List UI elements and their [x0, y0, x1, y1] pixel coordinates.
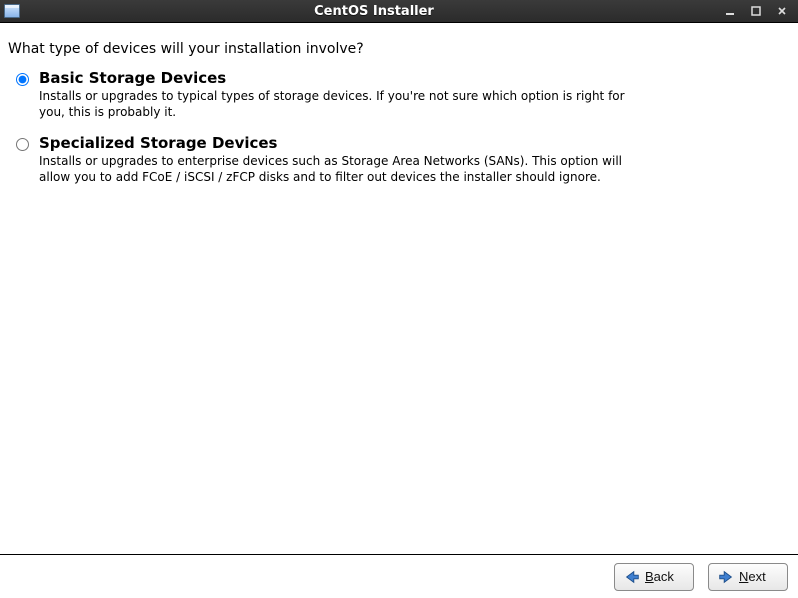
arrow-right-icon [717, 568, 735, 586]
option-basic-text: Basic Storage Devices Installs or upgrad… [39, 69, 649, 120]
option-specialized-desc: Installs or upgrades to enterprise devic… [39, 154, 649, 185]
radio-basic-storage[interactable] [16, 73, 29, 86]
footer: Back Next [0, 554, 798, 598]
next-button[interactable]: Next [708, 563, 788, 591]
maximize-button[interactable] [748, 4, 764, 18]
arrow-left-icon [623, 568, 641, 586]
option-specialized-text: Specialized Storage Devices Installs or … [39, 134, 649, 185]
window-controls [722, 4, 794, 18]
titlebar: CentOS Installer [0, 0, 798, 23]
option-basic-desc: Installs or upgrades to typical types of… [39, 89, 649, 120]
content-area: What type of devices will your installat… [0, 23, 798, 554]
back-label: Back [645, 569, 674, 584]
option-specialized-storage[interactable]: Specialized Storage Devices Installs or … [8, 134, 790, 185]
option-specialized-title: Specialized Storage Devices [39, 134, 649, 152]
page-question: What type of devices will your installat… [8, 41, 790, 57]
option-basic-title: Basic Storage Devices [39, 69, 649, 87]
next-label: Next [739, 569, 766, 584]
minimize-button[interactable] [722, 4, 738, 18]
app-icon [4, 4, 20, 18]
window-title: CentOS Installer [26, 4, 722, 19]
close-button[interactable] [774, 4, 790, 18]
back-button[interactable]: Back [614, 563, 694, 591]
option-basic-storage[interactable]: Basic Storage Devices Installs or upgrad… [8, 69, 790, 120]
radio-specialized-storage[interactable] [16, 138, 29, 151]
